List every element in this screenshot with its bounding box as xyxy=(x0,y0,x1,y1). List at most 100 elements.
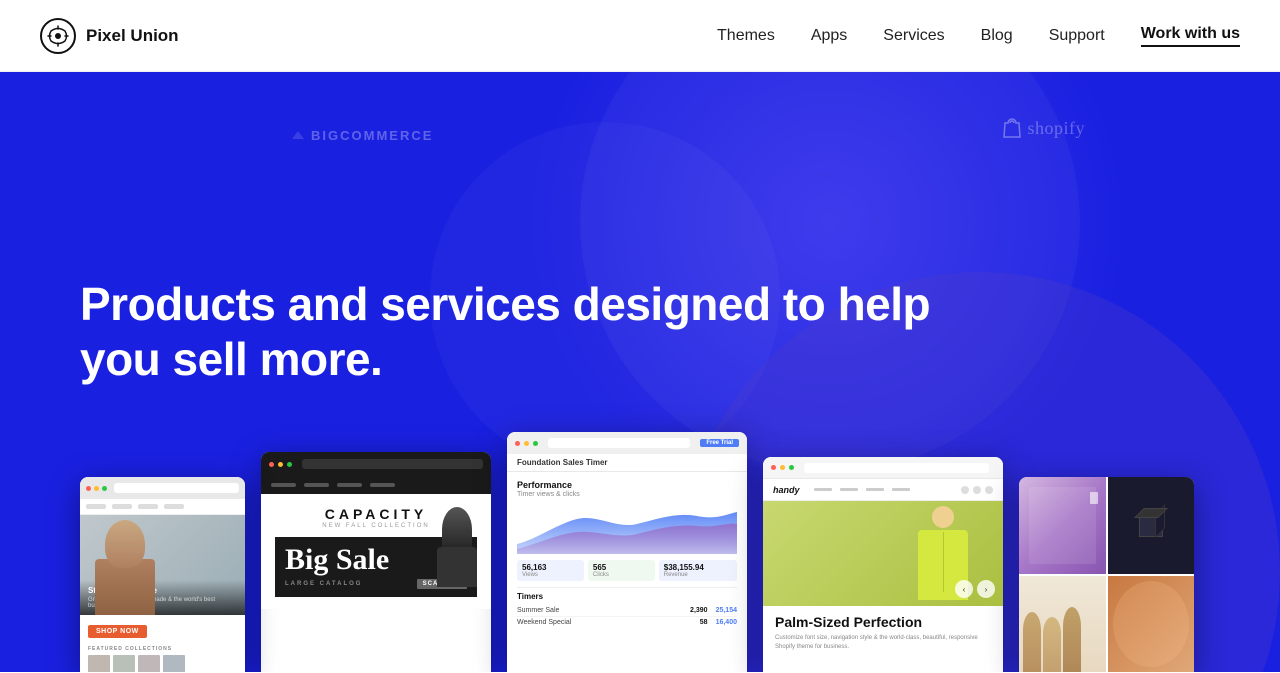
divider xyxy=(517,587,737,588)
address-bar xyxy=(548,438,690,448)
timer1-name: Summer Sale xyxy=(517,607,559,614)
address-bar xyxy=(302,459,483,469)
nav-support[interactable]: Support xyxy=(1049,27,1105,45)
card-handy: handy xyxy=(763,457,1003,672)
nav-item xyxy=(112,504,132,509)
nav-line xyxy=(892,488,910,491)
chart-svg xyxy=(517,504,737,554)
nav-item xyxy=(337,483,362,487)
card1-collections: FEATURED COLLECTIONS xyxy=(80,643,245,672)
stat-clicks-num: 565 xyxy=(593,563,650,572)
nav-item xyxy=(370,483,395,487)
main-nav: Themes Apps Services Blog Support Work w… xyxy=(717,25,1240,47)
card2-content: CAPACITY NEW FALL COLLECTION Big Sale LA… xyxy=(261,494,491,609)
nav-apps[interactable]: Apps xyxy=(811,27,847,45)
card1-browser-bar xyxy=(80,477,245,499)
dot-red xyxy=(771,465,776,470)
next-arrow[interactable]: › xyxy=(977,580,995,598)
hero-headline: Products and services designed to help y… xyxy=(80,277,940,387)
figure-body xyxy=(437,547,477,587)
card-product-grid xyxy=(1019,477,1194,672)
carousel-arrows: ‹ › xyxy=(955,580,995,598)
card3-body: Performance Timer views & clicks xyxy=(507,472,747,636)
card4-browser-bar xyxy=(763,457,1003,479)
stat-views-num: 56,163 xyxy=(522,563,579,572)
performance-title: Performance xyxy=(517,480,737,490)
stat-revenue-label: Revenue xyxy=(664,572,732,578)
prev-arrow[interactable]: ‹ xyxy=(955,580,973,598)
product-grid xyxy=(1019,477,1194,672)
stat-revenue-num: $38,155.94 xyxy=(664,563,732,572)
dot-yellow xyxy=(524,441,529,446)
nav-item xyxy=(271,483,296,487)
nav-services[interactable]: Services xyxy=(883,27,944,45)
timers-title: Timers xyxy=(517,592,737,601)
handy-logo: handy xyxy=(773,485,800,495)
logo-icon xyxy=(40,18,76,54)
timer2-val1: 58 xyxy=(700,619,708,626)
jacket-seam xyxy=(943,532,944,592)
card4-hero-image: ‹ › xyxy=(763,501,1003,606)
nav-icons xyxy=(961,486,993,494)
silhouette-2 xyxy=(1043,617,1061,672)
logo[interactable]: Pixel Union xyxy=(40,18,179,54)
thumb xyxy=(113,655,135,672)
card2-nav xyxy=(261,476,491,494)
card1-image: Stylish & Scalable Great online navigati… xyxy=(80,515,245,615)
card3-title-bar: Foundation Sales Timer xyxy=(507,454,747,472)
nav-blog[interactable]: Blog xyxy=(981,27,1013,45)
card1-section: FEATURED COLLECTIONS xyxy=(88,646,237,652)
shopify-text: shopify xyxy=(1028,118,1086,139)
product-4 xyxy=(1108,576,1195,673)
timer2-val2: 16,400 xyxy=(716,619,737,626)
bigcommerce-label: BIGCOMMERCE xyxy=(290,127,433,143)
nav-themes[interactable]: Themes xyxy=(717,27,775,45)
card-capacity: CAPACITY NEW FALL COLLECTION Big Sale LA… xyxy=(261,452,491,672)
product-cards-strip: Stylish & Scalable Great online navigati… xyxy=(0,432,1280,672)
shopify-bag-icon xyxy=(1002,117,1022,139)
nav-line xyxy=(866,488,884,491)
person-head xyxy=(932,506,954,528)
dot-yellow xyxy=(780,465,785,470)
handy-nav-items xyxy=(814,488,910,491)
card1-cta: SHOP NOW xyxy=(80,615,245,643)
sale-figure xyxy=(434,507,479,587)
clothing-icon xyxy=(1090,492,1098,504)
nav-work-with-us[interactable]: Work with us xyxy=(1141,25,1240,47)
timer2-vals: 58 16,400 xyxy=(700,619,737,626)
card3-badge: Free Trial xyxy=(700,439,739,447)
silhouettes xyxy=(1019,576,1106,673)
thumb xyxy=(163,655,185,672)
product-2 xyxy=(1108,477,1195,574)
thumb xyxy=(138,655,160,672)
timer-app-title: Foundation Sales Timer xyxy=(517,458,608,467)
nav-item xyxy=(138,504,158,509)
stat-revenue: $38,155.94 Revenue xyxy=(659,560,737,581)
dot-red xyxy=(86,486,91,491)
thumb xyxy=(88,655,110,672)
collection-thumbs xyxy=(88,655,237,672)
card-fashion: Stylish & Scalable Great online navigati… xyxy=(80,477,245,672)
nav-item xyxy=(86,504,106,509)
nav-item xyxy=(164,504,184,509)
card4-text-area: Palm-Sized Perfection Customize font siz… xyxy=(763,606,1003,660)
bigcommerce-icon xyxy=(290,127,306,143)
handy-desc: Customize font size, navigation style & … xyxy=(775,634,991,652)
dot-green xyxy=(533,441,538,446)
timer1-val2: 25,154 xyxy=(716,607,737,614)
dot-yellow xyxy=(94,486,99,491)
silhouette-1 xyxy=(1023,612,1041,672)
product-1 xyxy=(1019,477,1106,574)
hero-section: BIGCOMMERCE shopify Products and service… xyxy=(0,72,1280,672)
figure-head xyxy=(442,507,472,552)
timer-row-2: Weekend Special 58 16,400 xyxy=(517,617,737,628)
sale-box: Big Sale LARGE CATALOG SCALE UP xyxy=(275,537,477,597)
address-bar xyxy=(114,483,239,493)
product-4-glow xyxy=(1113,581,1190,668)
dot-green xyxy=(287,462,292,467)
card1-nav xyxy=(80,499,245,515)
timer1-val1: 2,390 xyxy=(690,607,708,614)
silhouette-3 xyxy=(1063,607,1081,672)
stat-views-label: Views xyxy=(522,572,579,578)
nav-item xyxy=(304,483,329,487)
